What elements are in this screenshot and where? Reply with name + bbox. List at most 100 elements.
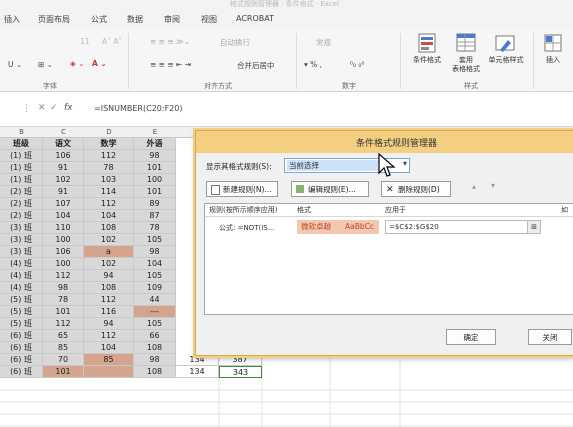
tab-data[interactable]: 数据	[127, 14, 143, 25]
table-cell[interactable]: 104	[134, 258, 176, 270]
table-cell[interactable]: 116	[84, 306, 134, 318]
table-cell[interactable]: 98	[134, 150, 176, 162]
ok-button[interactable]: 确定	[446, 329, 496, 345]
table-cell[interactable]: 107	[43, 198, 84, 210]
table-cell[interactable]: 106	[43, 246, 84, 258]
table-cell[interactable]: 108	[84, 282, 134, 294]
table-cell[interactable]: 112	[43, 318, 84, 330]
table-cell[interactable]: (2) 班	[0, 198, 43, 210]
table-cell[interactable]: 98	[134, 354, 176, 366]
table-cell[interactable]: (1) 班	[0, 174, 43, 186]
table-cell[interactable]: (1) 班	[0, 162, 43, 174]
range-picker-icon[interactable]: ⊞	[527, 221, 540, 233]
table-cell[interactable]: (3) 班	[0, 246, 43, 258]
tab-view[interactable]: 视图	[201, 14, 217, 25]
table-cell[interactable]: 101	[134, 186, 176, 198]
currency-icon[interactable]: ▾ % ,	[304, 60, 322, 69]
fill-color-icon[interactable]: ◈ ⌄	[70, 59, 84, 68]
column-header-c[interactable]: C	[43, 127, 85, 138]
table-cell[interactable]: 101	[134, 162, 176, 174]
number-format-select[interactable]: 常规	[316, 37, 331, 48]
table-cell[interactable]: (4) 班	[0, 270, 43, 282]
table-cell[interactable]: (5) 班	[0, 294, 43, 306]
move-up-icon[interactable]: ▴	[472, 182, 476, 191]
table-cell[interactable]: 112	[84, 198, 134, 210]
table-cell[interactable]: 94	[84, 270, 134, 282]
edit-rule-button[interactable]: 编辑规则(E)...	[291, 181, 369, 197]
table-cell[interactable]: 78	[84, 162, 134, 174]
table-cell[interactable]: 112	[84, 330, 134, 342]
table-cell[interactable]: 101	[43, 306, 84, 318]
move-down-icon[interactable]: ▾	[491, 181, 495, 190]
table-cell[interactable]: 65	[43, 330, 84, 342]
table-cell[interactable]: 102	[43, 174, 84, 186]
close-button[interactable]: 关闭	[528, 329, 572, 345]
rule-row[interactable]: 公式: =NOT(IS... 微软卓越 AaBbCc =$C$2:$G$20 ⊞	[205, 219, 573, 235]
table-cell[interactable]: 87	[134, 210, 176, 222]
table-cell[interactable]: 98	[134, 246, 176, 258]
table-cell[interactable]: 102	[84, 234, 134, 246]
tab-formulas[interactable]: 公式	[91, 14, 107, 25]
table-cell[interactable]: 78	[43, 294, 84, 306]
column-header-b[interactable]: B	[0, 127, 44, 138]
table-cell[interactable]: (2) 班	[0, 186, 43, 198]
table-cell[interactable]: (6) 班	[0, 330, 43, 342]
header-cell-english[interactable]: 外语	[134, 138, 176, 150]
highlighted-cell[interactable]: 101	[43, 366, 84, 378]
conditional-format-label[interactable]: 条件格式	[404, 56, 450, 65]
table-cell[interactable]: 106	[43, 150, 84, 162]
underline-icon[interactable]: U ⌄	[8, 60, 22, 69]
align-icon[interactable]: ≡ ≡ ≡ ⇤ ⇥	[150, 60, 191, 69]
delete-rule-button[interactable]: ✕ 删除规则(D)	[381, 181, 451, 197]
dropdown-arrow-icon[interactable]: ▾	[403, 159, 407, 168]
new-rule-button[interactable]: 新建规则(N)...	[206, 181, 278, 197]
highlighted-cell[interactable]	[84, 366, 134, 378]
table-cell[interactable]: 100	[134, 174, 176, 186]
table-cell[interactable]: (6) 班	[0, 342, 43, 354]
tab-review[interactable]: 审阅	[164, 14, 180, 25]
fx-icon[interactable]: fx	[64, 103, 73, 113]
header-cell-class[interactable]: 班级	[0, 138, 43, 150]
cell-style-icon[interactable]	[494, 32, 516, 54]
formula-input[interactable]: =ISNUMBER(C20:F20)	[94, 104, 182, 113]
merge-center-button[interactable]: 合并后居中	[237, 60, 275, 71]
conditional-format-icon[interactable]	[417, 32, 439, 54]
highlighted-cell[interactable]: ---	[134, 306, 176, 318]
table-cell[interactable]: (3) 班	[0, 234, 43, 246]
header-cell-math[interactable]: 数学	[84, 138, 134, 150]
table-cell[interactable]: 104	[84, 342, 134, 354]
table-cell[interactable]: (2) 班	[0, 210, 43, 222]
cancel-icon[interactable]: ✕	[38, 103, 46, 113]
table-cell[interactable]: 85	[43, 342, 84, 354]
table-cell[interactable]: (3) 班	[0, 222, 43, 234]
table-cell[interactable]: 100	[43, 258, 84, 270]
table-cell[interactable]: 105	[134, 234, 176, 246]
tab-page-layout[interactable]: 页面布局	[38, 14, 70, 25]
table-format-label[interactable]: 套用 表格格式	[448, 56, 484, 74]
table-cell[interactable]: (6) 班	[0, 354, 43, 366]
tab-acrobat[interactable]: ACROBAT	[236, 14, 274, 23]
enter-icon[interactable]: ✓	[50, 103, 58, 113]
table-cell[interactable]: (6) 班	[0, 366, 43, 378]
table-cell[interactable]: 100	[43, 234, 84, 246]
cell-style-label[interactable]: 单元格样式	[482, 56, 530, 65]
font-grow-icon[interactable]: A˄ A˅	[102, 37, 122, 46]
table-cell[interactable]: 103	[84, 174, 134, 186]
tab-insert[interactable]: 插入	[4, 14, 20, 25]
table-cell[interactable]: (4) 班	[0, 258, 43, 270]
table-cell[interactable]: 94	[84, 318, 134, 330]
insert-cells-icon[interactable]	[542, 32, 564, 54]
table-cell[interactable]: (5) 班	[0, 306, 43, 318]
table-cell[interactable]: 108	[84, 222, 134, 234]
table-cell[interactable]: 112	[84, 294, 134, 306]
font-color-icon[interactable]: A ⌄	[92, 59, 107, 68]
table-cell[interactable]: 78	[134, 222, 176, 234]
table-cell[interactable]: 91	[43, 162, 84, 174]
table-cell[interactable]: 114	[84, 186, 134, 198]
wrap-text-button[interactable]: 自动换行	[220, 37, 250, 48]
highlighted-cell[interactable]: 85	[84, 354, 134, 366]
decimal-icon[interactable]: ⁰₀ ₀⁰	[350, 60, 364, 69]
table-cell[interactable]: (4) 班	[0, 282, 43, 294]
column-header-e[interactable]: E	[134, 127, 177, 138]
table-cell[interactable]: 102	[84, 258, 134, 270]
